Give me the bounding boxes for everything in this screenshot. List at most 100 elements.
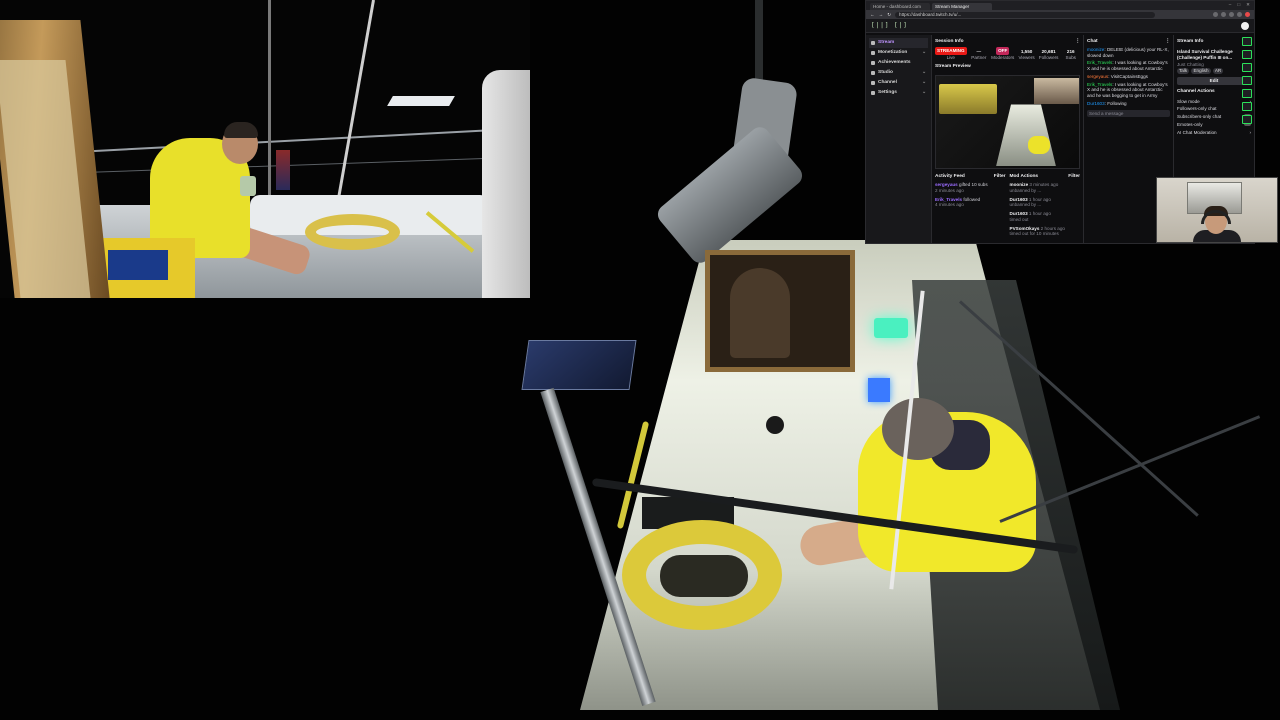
sidebar-item-channel[interactable]: Channel ⌄ (869, 78, 928, 88)
edit-button[interactable]: Edit (1177, 76, 1251, 85)
list-item: sergeyaus gifted 10 subs 2 minutes ago (935, 182, 1006, 193)
url-input[interactable]: https://dashboard.twitch.tv/u/... (895, 11, 1156, 18)
back-arrow-icon[interactable]: ← (870, 12, 875, 18)
sidebar-item-studio[interactable]: Studio ⌄ (869, 68, 928, 78)
mod-actions-header: Mod Actions Filter (1010, 173, 1081, 182)
streaming-badge: STREAMING (935, 46, 967, 55)
sidebar-item-settings[interactable]: Settings ⌄ (869, 88, 928, 98)
channel-action-label: Followers-only chat (1177, 106, 1217, 112)
stream-tag[interactable]: AR (1212, 68, 1224, 74)
live-stat: STREAMING Live (935, 46, 967, 60)
stream-preview[interactable] (935, 75, 1080, 170)
quick-action-icon[interactable] (1242, 102, 1252, 111)
browser-tab-stream-manager[interactable]: Stream Manager (932, 3, 992, 10)
chat-text: VisitCaptainsEggs (1110, 73, 1148, 79)
profile-icon[interactable] (1245, 12, 1250, 17)
quick-action-icon[interactable] (1242, 50, 1252, 59)
stat-label: Followers (1038, 54, 1059, 60)
mod-text: unbanned by ... (1009, 187, 1042, 193)
followers-stat: 20,681 Followers (1039, 49, 1059, 60)
sidebar-item-label: Achievements (878, 59, 911, 65)
channel-action-subscribers-only[interactable]: Subscribers-only chat (1177, 114, 1251, 120)
extension-icon[interactable] (1237, 12, 1242, 17)
channel-action-slow-mode[interactable]: Slow mode › (1177, 99, 1251, 105)
panel-title: Channel Actions (1177, 88, 1215, 94)
minimize-icon[interactable]: – (1229, 2, 1232, 8)
browser-tab-home[interactable]: Home - dashboard.com (870, 3, 930, 10)
feed-time: 4 minutes ago (935, 202, 964, 208)
feed-user[interactable]: Erik_Travels (935, 197, 962, 202)
mod-text: timed out for 10 minutes (1009, 231, 1059, 237)
mod-user[interactable]: Dur1603 (1010, 211, 1028, 216)
cockpit-camera-feed (0, 0, 530, 298)
stat-label: Viewers (1018, 54, 1035, 60)
chat-user[interactable]: Erik_Travels (1087, 82, 1112, 87)
extension-icon[interactable] (1221, 12, 1226, 17)
forward-arrow-icon[interactable]: → (879, 12, 884, 18)
sidebar-item-stream[interactable]: Stream (869, 38, 928, 48)
stat-label: Subs (1065, 54, 1076, 60)
quick-action-icon[interactable] (1242, 115, 1252, 124)
channel-action-emotes-only[interactable]: Emotes-only (1177, 121, 1251, 128)
mod-time: 1 hour ago (1028, 211, 1051, 217)
channel-action-followers-only[interactable]: Followers-only chat › (1177, 106, 1251, 112)
filter-button[interactable]: Filter (994, 174, 1006, 180)
preview-cockpit-cam (939, 84, 997, 115)
quick-action-icon[interactable] (1242, 76, 1252, 85)
quick-action-icon[interactable] (1242, 63, 1252, 72)
preview-webcam (1034, 78, 1079, 105)
chat-input[interactable]: Send a message (1087, 109, 1170, 117)
satellite-dish (387, 96, 455, 106)
close-icon[interactable]: ✕ (1246, 2, 1250, 8)
extension-icon[interactable] (1213, 12, 1218, 17)
mod-user[interactable]: moonize (1010, 182, 1029, 187)
chevron-down-icon: ⌄ (921, 49, 926, 55)
subs-stat: 216 Subs (1061, 49, 1080, 60)
quick-action-icon[interactable] (1242, 37, 1252, 46)
channel-actions-header: Channel Actions (1177, 88, 1251, 97)
backstay (268, 0, 271, 200)
mod-user[interactable]: PVSomOkays (1010, 226, 1040, 231)
moderators-stat: OFF Moderators (991, 46, 1014, 60)
panel-title: Mod Actions (1009, 174, 1039, 180)
winch (766, 416, 784, 434)
mod-text: timed out (1009, 216, 1029, 222)
feed-user[interactable]: sergeyaus (935, 182, 958, 187)
panel-title: Stream Info (1177, 39, 1204, 44)
maximize-icon[interactable]: □ (1237, 2, 1240, 8)
chat-user[interactable]: Dur1603 (1087, 101, 1105, 106)
chat-message: Erik_Travels: I was looking at Cowboy's … (1087, 81, 1168, 99)
chat-message: moonize: DELEtE (delicious) your RL-X, s… (1087, 46, 1169, 58)
channel-action-ai-moderation[interactable]: AI Chat Moderation › (1177, 130, 1251, 136)
sidebar-item-label: Studio (878, 69, 893, 75)
extension-icon[interactable] (1229, 12, 1234, 17)
feed-text: followed (963, 196, 981, 202)
reload-icon[interactable]: ↻ (887, 12, 891, 18)
panel-title: Stream Preview (935, 64, 971, 70)
chat-user[interactable]: moonize (1087, 47, 1104, 52)
chat-user[interactable]: sergeyaus (1087, 74, 1108, 79)
preview-deck-cam (996, 104, 1056, 167)
sidebar-item-achievements[interactable]: Achievements (869, 58, 928, 68)
channel-action-label: Subscribers-only chat (1177, 114, 1222, 120)
user-avatar[interactable] (1241, 21, 1249, 30)
more-icon[interactable]: ⋮ (1075, 39, 1080, 45)
channel-icon (871, 80, 875, 85)
more-icon[interactable]: ⋮ (1165, 39, 1170, 45)
sidebar-item-monetization[interactable]: Monetization ⌄ (869, 48, 928, 58)
activity-feed-header: Activity Feed Filter (935, 173, 1006, 182)
filter-button[interactable]: Filter (1068, 174, 1080, 180)
chat-user[interactable]: Erik_Travels (1087, 60, 1112, 65)
stream-preview-header: Stream Preview (935, 63, 1080, 72)
sidebar-item-label: Stream (878, 40, 895, 45)
dashboard-logo[interactable]: [||] [|] (871, 22, 908, 30)
stream-tag[interactable]: English (1191, 68, 1211, 74)
stream-icon (871, 40, 875, 45)
stream-tag[interactable]: Talk (1177, 68, 1190, 74)
preview-raincoat (1028, 136, 1050, 155)
mod-text: unbanned by ... (1009, 202, 1042, 208)
mod-user[interactable]: Dur1603 (1010, 197, 1028, 202)
quick-action-icon[interactable] (1242, 89, 1252, 98)
mast (755, 0, 763, 90)
off-badge: OFF (996, 46, 1010, 55)
